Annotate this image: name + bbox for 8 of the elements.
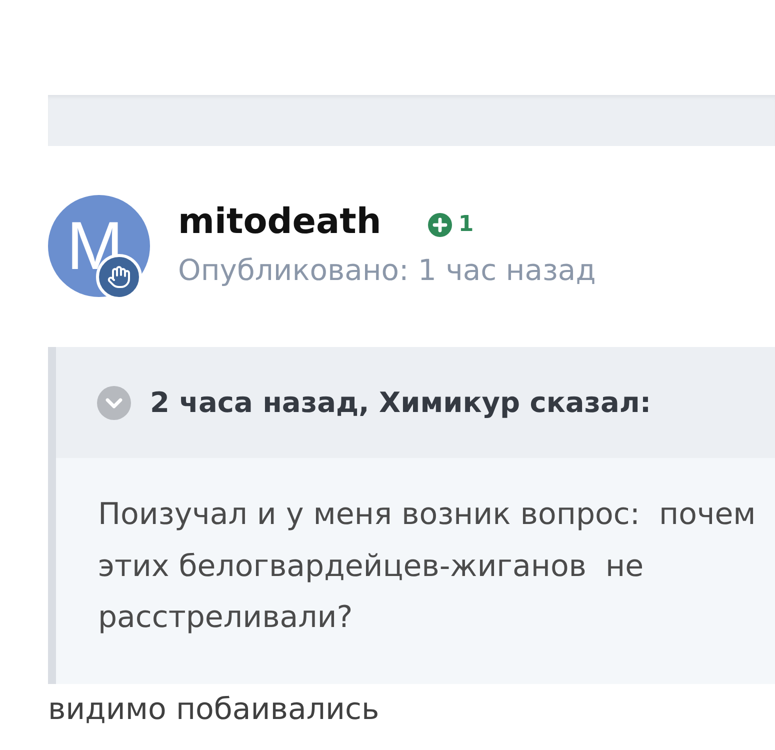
post-text: видимо побаивались	[48, 692, 380, 728]
quote-citation: 2 часа назад, Химикур сказал:	[150, 386, 652, 420]
username-link[interactable]: mitodeath	[178, 201, 382, 243]
chevron-down-icon[interactable]	[97, 386, 131, 420]
post-date: Опубликовано: 1 час назад	[178, 253, 596, 288]
plus-icon	[428, 213, 452, 237]
reputation-count: 1	[458, 212, 474, 238]
quote-text: Поизучал и у меня возник вопрос: почем этих белогвардейцев-жиганов не расстреливали?	[98, 496, 757, 637]
